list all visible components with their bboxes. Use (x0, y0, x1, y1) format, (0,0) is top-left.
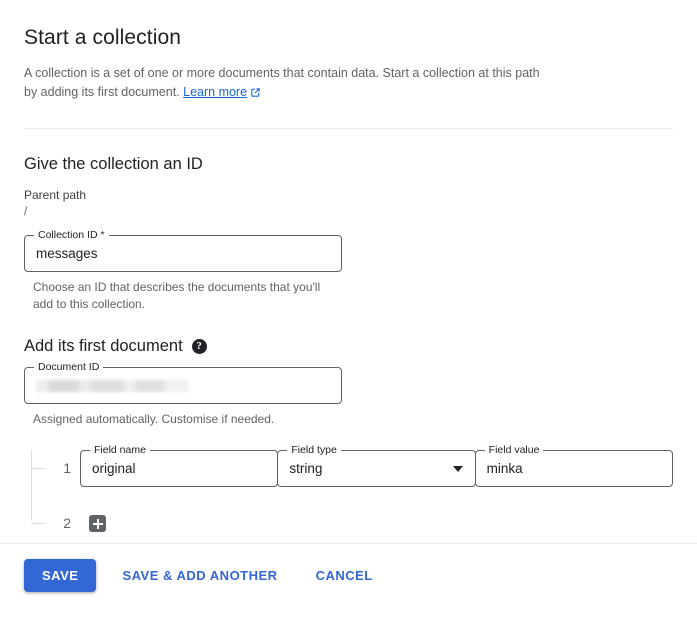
chevron-down-icon[interactable] (452, 465, 463, 472)
learn-more-link[interactable]: Learn more (183, 85, 247, 99)
collection-id-input[interactable] (25, 244, 341, 263)
dialog-footer: SAVE SAVE & ADD ANOTHER CANCEL (0, 544, 697, 607)
field-name-label: Field name (90, 444, 150, 457)
save-button[interactable]: SAVE (24, 559, 97, 592)
document-id-hint: Assigned automatically. Customise if nee… (33, 412, 275, 426)
field-type-value: string (289, 460, 323, 476)
dialog-header: Start a collection A collection is a set… (0, 0, 697, 129)
dialog-description: A collection is a set of one or more doc… (24, 64, 544, 104)
document-section-title: Add its first document (24, 337, 183, 355)
document-id-label: Document ID (34, 361, 104, 374)
table-row: 1 Field name Field type string Field val… (31, 444, 673, 487)
cancel-button[interactable]: CANCEL (304, 559, 385, 592)
field-value-label: Field value (484, 444, 544, 457)
parent-path-label: Parent path (24, 188, 87, 202)
dialog-description-line2: by adding its first document. (24, 85, 180, 99)
field-row-index: 1 (31, 450, 80, 487)
document-fields-list: 1 Field name Field type string Field val… (24, 444, 673, 542)
save-and-add-another-button[interactable]: SAVE & ADD ANOTHER (110, 559, 289, 592)
field-type-label: Field type (287, 444, 341, 457)
document-id-redacted-value (36, 379, 189, 392)
help-circle-icon[interactable]: ? (191, 338, 207, 354)
dialog-description-line1: A collection is a set of one or more doc… (24, 66, 540, 80)
add-field-row-index: 2 (31, 515, 80, 532)
collection-id-label: Collection ID * (34, 229, 109, 242)
add-field-row: 2 (31, 505, 673, 542)
field-value-field[interactable]: Field value (474, 444, 673, 487)
collection-section-title: Give the collection an ID (24, 155, 203, 173)
field-name-input[interactable] (81, 459, 278, 478)
dialog-body: Give the collection an ID Parent path / … (0, 129, 697, 542)
parent-path-value: / (24, 204, 28, 218)
field-value-input[interactable] (475, 459, 672, 478)
start-collection-dialog: Start a collection A collection is a set… (0, 0, 697, 620)
page-title: Start a collection (24, 26, 182, 49)
tree-connector-line (31, 450, 32, 520)
document-id-field[interactable]: Document ID (24, 361, 342, 404)
collection-id-field[interactable]: Collection ID * (24, 229, 342, 272)
document-section-header: Add its first document ? (24, 335, 673, 357)
learn-more-label: Learn more (183, 85, 248, 99)
field-name-field[interactable]: Field name (80, 444, 279, 487)
field-type-select[interactable]: Field type string (277, 444, 476, 487)
external-link-icon (250, 85, 261, 104)
collection-id-hint: Choose an ID that describes the document… (33, 280, 321, 311)
plus-icon[interactable] (89, 515, 106, 532)
